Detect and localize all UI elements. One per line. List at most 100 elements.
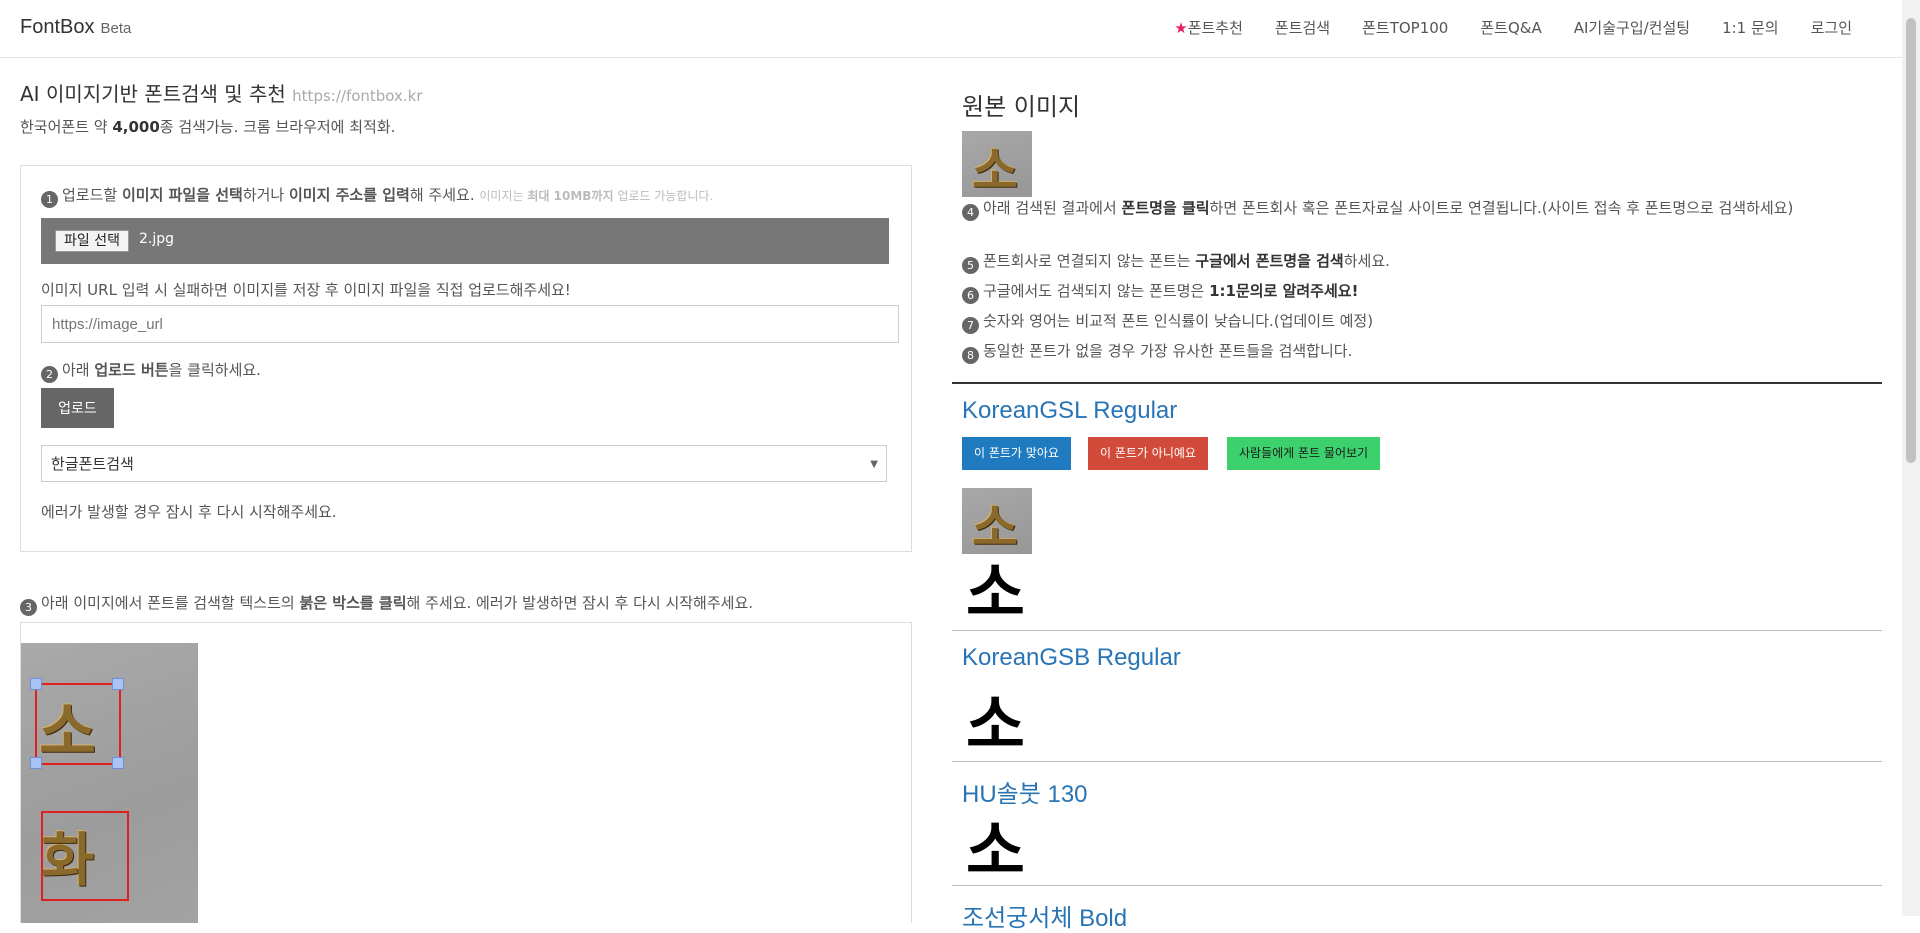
image-url-input[interactable] bbox=[41, 305, 899, 343]
url-note: 이미지 URL 입력 시 실패하면 이미지를 저장 후 이미지 파일을 직접 업… bbox=[41, 281, 571, 299]
divider bbox=[952, 885, 1882, 886]
step-number: 2 bbox=[41, 366, 58, 383]
font-count: 4,000 bbox=[112, 118, 160, 136]
step-number: 4 bbox=[962, 204, 979, 221]
divider bbox=[952, 382, 1882, 384]
s3a: 아래 이미지에서 폰트를 검색할 텍스트의 bbox=[41, 594, 300, 612]
font-sample: 소 bbox=[966, 814, 1025, 889]
i5b: 구글에서 폰트명을 검색 bbox=[1195, 252, 1344, 270]
search-type-select[interactable]: 한글폰트검색 ▼ bbox=[41, 445, 887, 482]
step-number: 3 bbox=[20, 599, 37, 616]
brand-tag: Beta bbox=[100, 20, 132, 37]
main-nav: ★폰트추천 폰트검색 폰트TOP100 폰트Q&A AI기술구입/컨설팅 1:1… bbox=[1174, 17, 1852, 38]
s1d: 이미지 주소를 입력 bbox=[289, 186, 410, 204]
scrollbar-thumb[interactable] bbox=[1906, 18, 1916, 463]
step2-instruction: 2 아래 업로드 버튼을 클릭하세요. bbox=[41, 359, 261, 383]
i5c: 하세요. bbox=[1343, 252, 1390, 270]
select-value: 한글폰트검색 bbox=[51, 455, 134, 473]
nav-search[interactable]: 폰트검색 bbox=[1275, 17, 1330, 38]
nav-recommend-label: 폰트추천 bbox=[1187, 19, 1243, 37]
upload-panel: 1 업로드할 이미지 파일을 선택하거나 이미지 주소를 입력해 주세요. 이미지… bbox=[20, 165, 912, 552]
chevron-down-icon: ▼ bbox=[870, 459, 878, 470]
i8a: 동일한 폰트가 없을 경우 가장 유사한 폰트들을 검색합니다. bbox=[983, 342, 1353, 360]
s1e: 해 주세요. bbox=[409, 186, 475, 204]
s1a: 업로드할 bbox=[62, 186, 122, 204]
resize-handle[interactable] bbox=[112, 678, 124, 690]
note-c: 업로드 가능합니다. bbox=[613, 189, 714, 203]
error-note: 에러가 발생할 경우 잠시 후 다시 시작해주세요. bbox=[41, 503, 337, 521]
brand-name: FontBox bbox=[20, 16, 95, 38]
star-icon: ★ bbox=[1174, 19, 1188, 37]
step3-instruction: 3 아래 이미지에서 폰트를 검색할 텍스트의 붉은 박스를 클릭해 주세요. 에… bbox=[20, 592, 753, 616]
file-input-bar: 파일 선택 2.jpg bbox=[41, 218, 889, 264]
i5a: 폰트회사로 연결되지 않는 폰트는 bbox=[983, 252, 1196, 270]
results-column: 원본 이미지 소 4 아래 검색된 결과에서 폰트명을 클릭하면 폰트회사 혹은 … bbox=[952, 70, 1882, 932]
resize-handle[interactable] bbox=[112, 757, 124, 769]
original-image-title: 원본 이미지 bbox=[962, 93, 1081, 121]
step-number: 1 bbox=[41, 191, 58, 208]
resize-handle[interactable] bbox=[30, 757, 42, 769]
instruction-7: 7 숫자와 영어는 비교적 폰트 인식률이 낮습니다.(업데이트 예정) bbox=[962, 310, 1882, 334]
upload-button[interactable]: 업로드 bbox=[41, 388, 114, 428]
subtitle-post: 종 검색가능. 크롬 브라우저에 최적화. bbox=[159, 118, 396, 136]
step-number: 8 bbox=[962, 347, 979, 364]
step-number: 7 bbox=[962, 317, 979, 334]
i7a: 숫자와 영어는 비교적 폰트 인식률이 낮습니다.(업데이트 예정) bbox=[983, 312, 1374, 330]
selected-text-box[interactable] bbox=[35, 683, 121, 765]
instruction-5: 5 폰트회사로 연결되지 않는 폰트는 구글에서 폰트명을 검색하세요. bbox=[962, 250, 1882, 274]
s3c: 해 주세요. 에러가 발생하면 잠시 후 다시 시작해주세요. bbox=[406, 594, 754, 612]
s3b: 붉은 박스를 클릭 bbox=[299, 594, 407, 612]
image-canvas-box: 소 화 bbox=[20, 622, 912, 923]
resize-handle[interactable] bbox=[30, 678, 42, 690]
nav-recommend[interactable]: ★폰트추천 bbox=[1174, 17, 1243, 38]
step-number: 6 bbox=[962, 287, 979, 304]
ask-people-button[interactable]: 사람들에게 폰트 물어보기 bbox=[1227, 437, 1381, 470]
nav-qna[interactable]: 폰트Q&A bbox=[1480, 17, 1541, 38]
site-url: https://fontbox.kr bbox=[292, 87, 423, 105]
result-font-name[interactable]: KoreanGSB Regular bbox=[962, 644, 1181, 672]
s1b: 이미지 파일을 선택 bbox=[121, 186, 243, 204]
s2b: 업로드 버튼 bbox=[94, 361, 169, 379]
nav-top100[interactable]: 폰트TOP100 bbox=[1362, 17, 1448, 38]
step1-instruction: 1 업로드할 이미지 파일을 선택하거나 이미지 주소를 입력해 주세요. 이미지… bbox=[41, 184, 713, 208]
page-subtitle: 한국어폰트 약 4,000종 검색가능. 크롬 브라우저에 최적화. bbox=[20, 116, 912, 137]
font-sample: 소 bbox=[966, 688, 1025, 763]
thumb-glyph: 소 bbox=[972, 141, 1018, 197]
size-note: 이미지는 최대 10MB까지 업로드 가능합니다. bbox=[479, 189, 713, 203]
s2c: 을 클릭하세요. bbox=[168, 361, 261, 379]
nav-ai-consulting[interactable]: AI기술구입/컨설팅 bbox=[1574, 17, 1690, 38]
i6a: 구글에서도 검색되지 않는 폰트명은 bbox=[983, 282, 1210, 300]
nav-login[interactable]: 로그인 bbox=[1811, 17, 1852, 38]
page-title: AI 이미지기반 폰트검색 및 추천 https://fontbox.kr bbox=[20, 78, 912, 107]
font-sample: 소 bbox=[966, 556, 1025, 631]
page-title-text: AI 이미지기반 폰트검색 및 추천 bbox=[20, 82, 286, 106]
file-select-button[interactable]: 파일 선택 bbox=[55, 230, 129, 252]
subtitle-pre: 한국어폰트 약 bbox=[20, 118, 113, 136]
divider bbox=[952, 630, 1882, 631]
s1c: 하거나 bbox=[242, 186, 289, 204]
step-number: 5 bbox=[962, 257, 979, 274]
instruction-6: 6 구글에서도 검색되지 않는 폰트명은 1:1문의로 알려주세요! bbox=[962, 280, 1882, 304]
original-image-thumb: 소 bbox=[962, 131, 1032, 197]
vertical-scrollbar[interactable] bbox=[1902, 0, 1920, 916]
i4b: 폰트명을 클릭 bbox=[1121, 199, 1210, 217]
uploaded-image: 소 화 bbox=[21, 643, 198, 923]
i6b: 1:1문의로 알려주세요! bbox=[1209, 282, 1359, 300]
instruction-8: 8 동일한 폰트가 없을 경우 가장 유사한 폰트들을 검색합니다. bbox=[962, 340, 1882, 364]
nav-inquiry[interactable]: 1:1 문의 bbox=[1722, 17, 1779, 38]
brand-logo[interactable]: FontBox Beta bbox=[20, 16, 131, 39]
instruction-4: 4 아래 검색된 결과에서 폰트명을 클릭하면 폰트회사 혹은 폰트자료실 사이트… bbox=[962, 197, 1882, 221]
i4a: 아래 검색된 결과에서 bbox=[983, 199, 1122, 217]
result-font-name[interactable]: KoreanGSL Regular bbox=[962, 397, 1177, 425]
text-detection-box[interactable] bbox=[41, 811, 129, 901]
i4c: 하면 폰트회사 혹은 폰트자료실 사이트로 연결됩니다.(사이트 접속 후 폰트… bbox=[1209, 199, 1794, 217]
font-match-button[interactable]: 이 폰트가 맞아요 bbox=[962, 437, 1071, 470]
note-b: 최대 10MB까지 bbox=[527, 189, 614, 203]
top-navbar: FontBox Beta ★폰트추천 폰트검색 폰트TOP100 폰트Q&A AI… bbox=[0, 0, 1902, 58]
s2a: 아래 bbox=[62, 361, 95, 379]
font-nomatch-button[interactable]: 이 폰트가 아니예요 bbox=[1088, 437, 1208, 470]
upload-column: AI 이미지기반 폰트검색 및 추천 https://fontbox.kr 한국… bbox=[20, 70, 912, 923]
divider bbox=[952, 761, 1882, 762]
selected-file-name: 2.jpg bbox=[139, 231, 175, 247]
note-a: 이미지는 bbox=[479, 189, 528, 203]
